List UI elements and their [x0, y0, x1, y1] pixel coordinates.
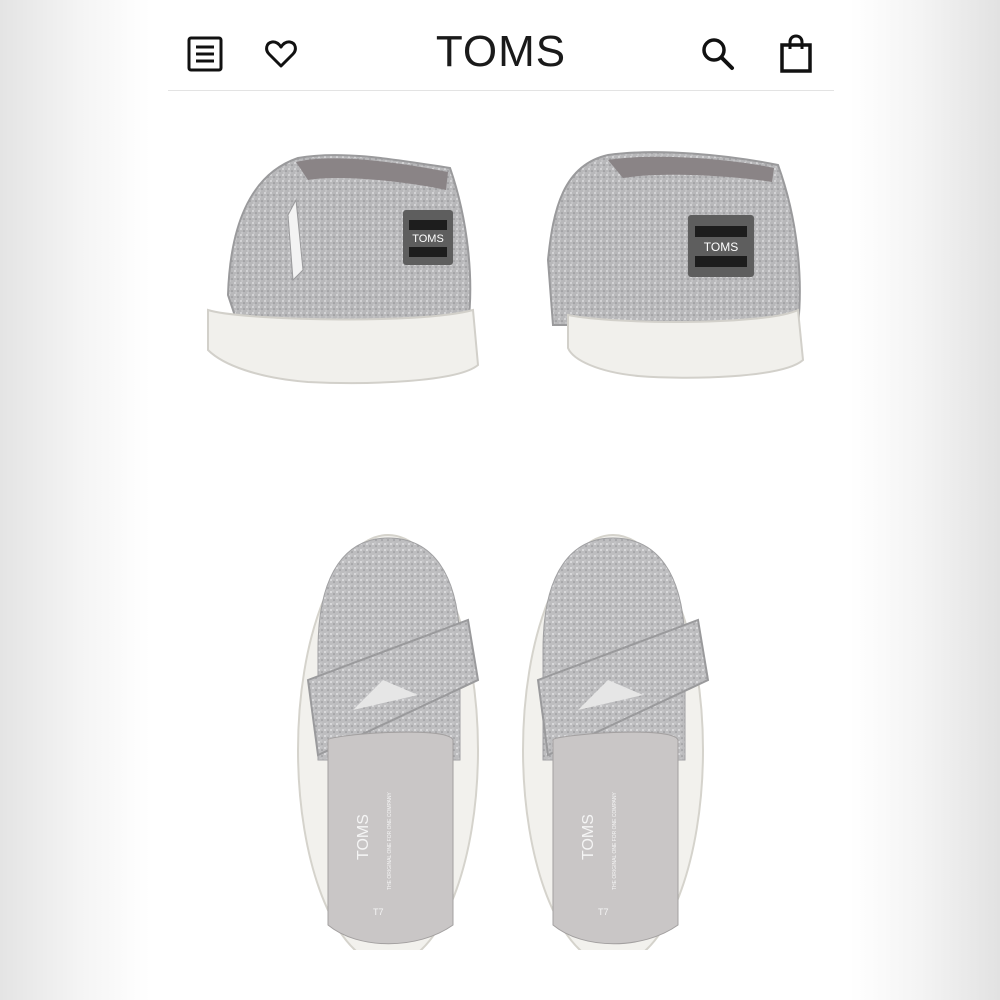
heel-patch-label-left: TOMS [412, 233, 444, 245]
product-image-back-view[interactable]: TOMS TOMS [168, 120, 834, 420]
search-icon[interactable] [696, 32, 740, 76]
shopping-bag-icon[interactable] [774, 32, 818, 76]
insole-tagline-left: THE ORIGINAL ONE FOR ONE COMPANY [387, 792, 393, 890]
insole-brand-right: TOMS [580, 814, 597, 860]
insole-brand-left: TOMS [355, 814, 372, 860]
product-image-top-view[interactable]: TOMS THE ORIGINAL ONE FOR ONE COMPANY T7… [168, 530, 834, 950]
top-navigation-bar: TOMS [168, 0, 834, 91]
size-mark-right: T7 [598, 907, 609, 917]
heel-patch-label-right: TOMS [704, 240, 738, 254]
insole-tagline-right: THE ORIGINAL ONE FOR ONE COMPANY [612, 792, 618, 890]
size-mark-left: T7 [373, 907, 384, 917]
mobile-screen: TOMS TOMS TOMS TOMS THE ORIGINAL ONE FOR… [168, 0, 834, 1000]
